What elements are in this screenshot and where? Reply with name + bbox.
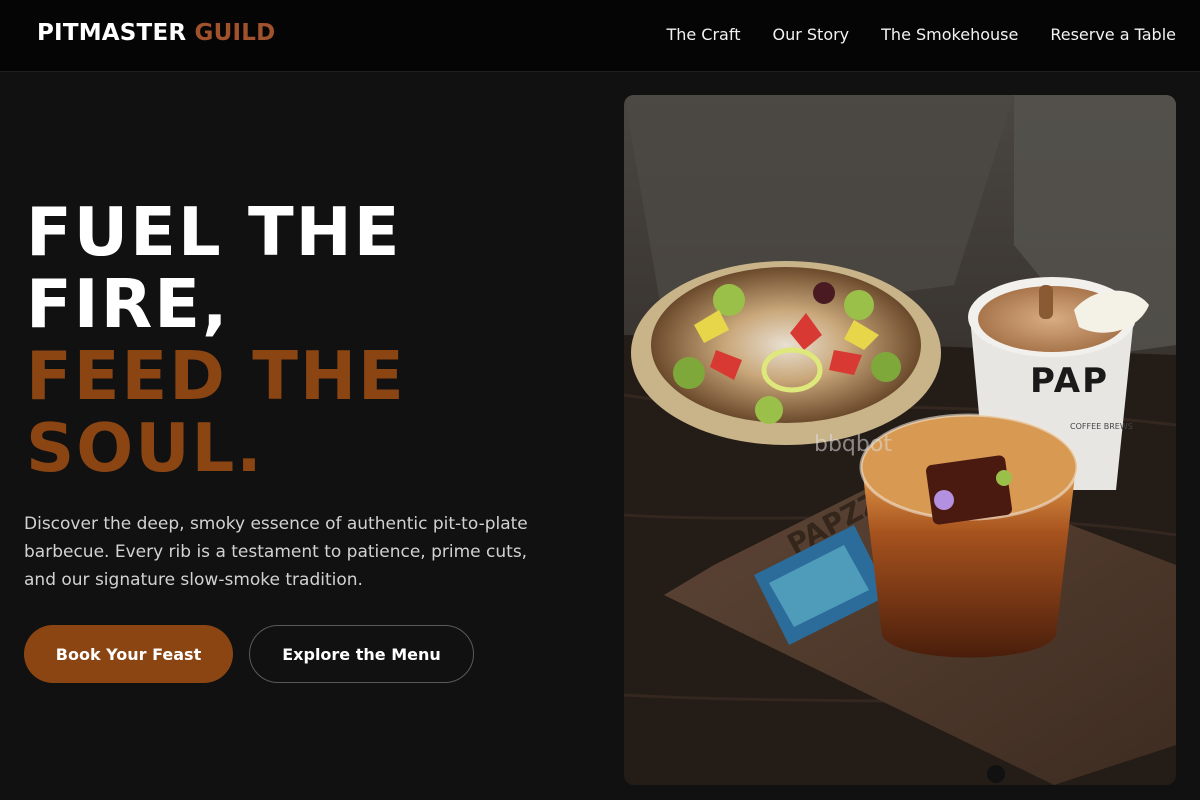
tray-hole <box>987 765 1005 783</box>
grape <box>871 352 901 382</box>
brand-name-accent: GUILD <box>194 20 276 46</box>
grape <box>673 357 705 389</box>
brand-logo[interactable]: PITMASTER GUILD <box>37 20 275 46</box>
brand-name-main: PITMASTER <box>37 20 187 46</box>
nav-link-the-craft[interactable]: The Craft <box>666 24 740 46</box>
hero-food-photo: PAPZZ PAP COFFEE BREWS bbqbot <box>624 95 1176 785</box>
hero-title-line-4: SOUL. <box>26 409 264 487</box>
cinnamon-stick <box>1039 285 1053 319</box>
cup-sub-text: COFFEE BREWS <box>1070 422 1133 431</box>
nav-link-the-smokehouse[interactable]: The Smokehouse <box>881 24 1018 46</box>
watermark-text: bbqbot <box>814 432 892 457</box>
cup-brand-text: PAP <box>1030 361 1109 401</box>
kiwi-slice <box>844 290 874 320</box>
nav-link-reserve-a-table[interactable]: Reserve a Table <box>1050 24 1176 46</box>
hero-title-line-2: FIRE, <box>26 265 230 343</box>
top-navbar: PITMASTER GUILD The Craft Our Story The … <box>0 0 1200 72</box>
book-your-feast-button[interactable]: Book Your Feast <box>24 625 233 683</box>
hero-description: Discover the deep, smoky essence of auth… <box>24 514 528 590</box>
hero-title-line-3: FEED THE <box>26 337 406 415</box>
granola-contents <box>651 267 921 423</box>
edible-flower <box>934 490 954 510</box>
hero-title-line-1: FUEL THE <box>26 193 402 271</box>
jelly-cube <box>925 455 1013 525</box>
kiwi-slice <box>755 396 783 424</box>
food-photo-illustration: PAPZZ PAP COFFEE BREWS bbqbot <box>624 95 1176 785</box>
pistachio-crumbs <box>996 470 1012 486</box>
hero-title: FUEL THE FIRE, FEED THE SOUL. <box>26 196 546 484</box>
nav-links: The Craft Our Story The Smokehouse Reser… <box>666 24 1176 46</box>
nav-link-our-story[interactable]: Our Story <box>772 24 849 46</box>
blueberry <box>813 282 835 304</box>
explore-the-menu-button[interactable]: Explore the Menu <box>249 625 474 683</box>
